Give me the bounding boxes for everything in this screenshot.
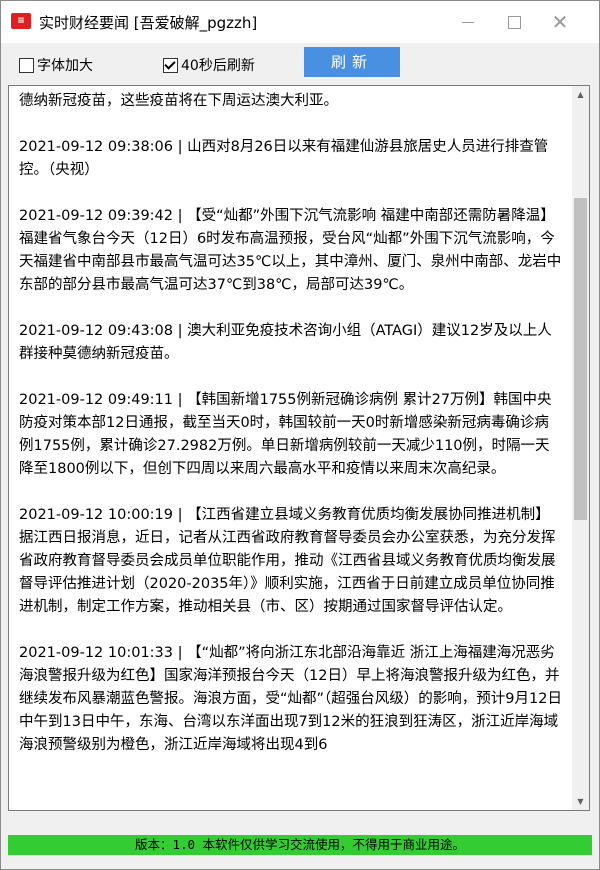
news-item: 2021-09-12 09:49:11 | 【韩国新增1755例新冠确诊病例 累…: [19, 392, 552, 477]
news-item: 2021-09-12 10:00:19 | 【江西省建立县域义务教育优质均衡发展…: [19, 507, 556, 615]
status-bar: 版本：1.0 本软件仅供学习交流使用，不得用于商业用途。: [8, 835, 592, 855]
minimize-icon: [462, 21, 474, 23]
scroll-down-arrow-icon: ▼: [577, 797, 584, 806]
news-item: 2021-09-12 09:43:08 | 澳大利亚免疫技术咨询小组（ATAGI…: [19, 323, 552, 362]
title-bar[interactable]: ≡ 实时财经要闻 [吾爱破解_pgzzh] ✕: [1, 1, 599, 43]
news-item: 2021-09-12 09:39:42 | 【受“灿都”外围下沉气流影响 福建中…: [19, 208, 562, 293]
vertical-scrollbar[interactable]: ▲ ▼: [572, 86, 589, 810]
scrollbar-thumb[interactable]: [574, 198, 587, 520]
auto-refresh-label: 40秒后刷新: [181, 58, 255, 74]
app-window: ≡ 实时财经要闻 [吾爱破解_pgzzh] ✕ 字体加大 40秒后刷新 刷新 德…: [0, 0, 600, 870]
news-text-area[interactable]: 德纳新冠疫苗，这些疫苗将在下周运达澳大利亚。 2021-09-12 09:38:…: [8, 85, 590, 811]
news-app-icon: ≡: [11, 13, 31, 29]
toolbar: 字体加大 40秒后刷新 刷新: [1, 43, 599, 83]
scroll-up-button[interactable]: ▲: [572, 86, 589, 103]
auto-refresh-checkbox[interactable]: 40秒后刷新: [163, 55, 255, 75]
news-list: 德纳新冠疫苗，这些疫苗将在下周运达澳大利亚。 2021-09-12 09:38:…: [19, 86, 563, 780]
scroll-down-button[interactable]: ▼: [572, 793, 589, 810]
news-item: 德纳新冠疫苗，这些疫苗将在下周运达澳大利亚。: [19, 93, 338, 109]
font-enlarge-checkbox[interactable]: 字体加大: [19, 55, 93, 75]
close-button[interactable]: ✕: [537, 1, 583, 43]
maximize-button[interactable]: [491, 1, 537, 43]
minimize-button[interactable]: [445, 1, 491, 43]
scroll-up-arrow-icon: ▲: [577, 90, 584, 99]
font-enlarge-checkbox-box[interactable]: [19, 57, 34, 73]
auto-refresh-checkbox-box[interactable]: [163, 57, 178, 73]
refresh-button[interactable]: 刷新: [304, 47, 400, 77]
font-enlarge-label: 字体加大: [37, 58, 93, 74]
window-title: 实时财经要闻 [吾爱破解_pgzzh]: [39, 14, 258, 32]
news-item: 2021-09-12 09:38:06 | 山西对8月26日以来有福建仙游县旅居…: [19, 139, 549, 178]
maximize-icon: [507, 15, 521, 29]
news-item: 2021-09-12 10:01:33 | 【“灿都”将向浙江东北部沿海靠近 浙…: [19, 645, 562, 753]
close-icon: ✕: [551, 10, 569, 34]
